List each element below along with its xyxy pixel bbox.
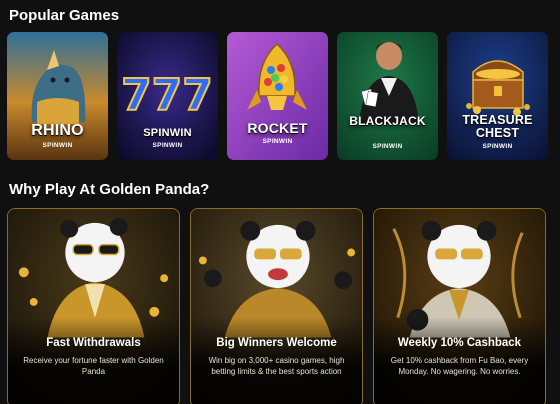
feature-card-weekly-cashback: Weekly 10% Cashback Get 10% cashback fro…: [373, 208, 546, 404]
feature-title: Weekly 10% Cashback: [397, 337, 522, 349]
game-brand: SPINWIN: [152, 142, 183, 149]
feature-title: Fast Withdrawals: [46, 337, 141, 349]
game-brand: SPINWIN: [482, 143, 513, 150]
why-play-heading: Why Play At Golden Panda?: [9, 181, 210, 198]
game-title: TREASURE CHEST: [462, 113, 533, 140]
feature-description: Receive your fortune faster with Golden …: [23, 356, 164, 376]
feature-card-fast-withdrawals: Fast Withdrawals Receive your fortune fa…: [7, 208, 180, 404]
feature-description: Win big on 3,000+ casino games, high bet…: [208, 356, 345, 376]
game-card-rocket[interactable]: ROCKET SPINWIN: [227, 32, 328, 160]
lucky-777-icon: 777: [117, 32, 218, 160]
game-title: SPINWIN: [143, 127, 192, 139]
game-brand: SPINWIN: [262, 138, 293, 145]
treasure-chest-icon: [447, 32, 548, 160]
svg-text:777: 777: [121, 70, 213, 121]
game-card-blackjack[interactable]: BLACKJACK SPINWIN: [337, 32, 438, 160]
game-card-rhino[interactable]: RHINO SPINWIN: [7, 32, 108, 160]
game-title: BLACKJACK: [349, 114, 426, 128]
rhino-icon: [7, 32, 108, 160]
dealer-icon: [337, 32, 438, 160]
feature-card-big-winners: Big Winners Welcome Win big on 3,000+ ca…: [190, 208, 363, 404]
game-brand: SPINWIN: [372, 143, 403, 150]
features-row: Fast Withdrawals Receive your fortune fa…: [7, 208, 553, 404]
game-title: ROCKET: [247, 120, 308, 136]
popular-games-heading: Popular Games: [9, 7, 120, 24]
feature-title: Big Winners Welcome: [216, 337, 337, 349]
game-title: RHINO: [31, 122, 84, 139]
popular-games-row: RHINO SPINWIN 777 SPINWIN SPINWIN ROCKET…: [7, 32, 553, 160]
game-card-treasure-chest[interactable]: TREASURE CHEST SPINWIN: [447, 32, 548, 160]
feature-description: Get 10% cashback from Fu Bao, every Mond…: [390, 356, 529, 376]
game-card-spinwin[interactable]: 777 SPINWIN SPINWIN: [117, 32, 218, 160]
game-brand: SPINWIN: [42, 142, 73, 149]
